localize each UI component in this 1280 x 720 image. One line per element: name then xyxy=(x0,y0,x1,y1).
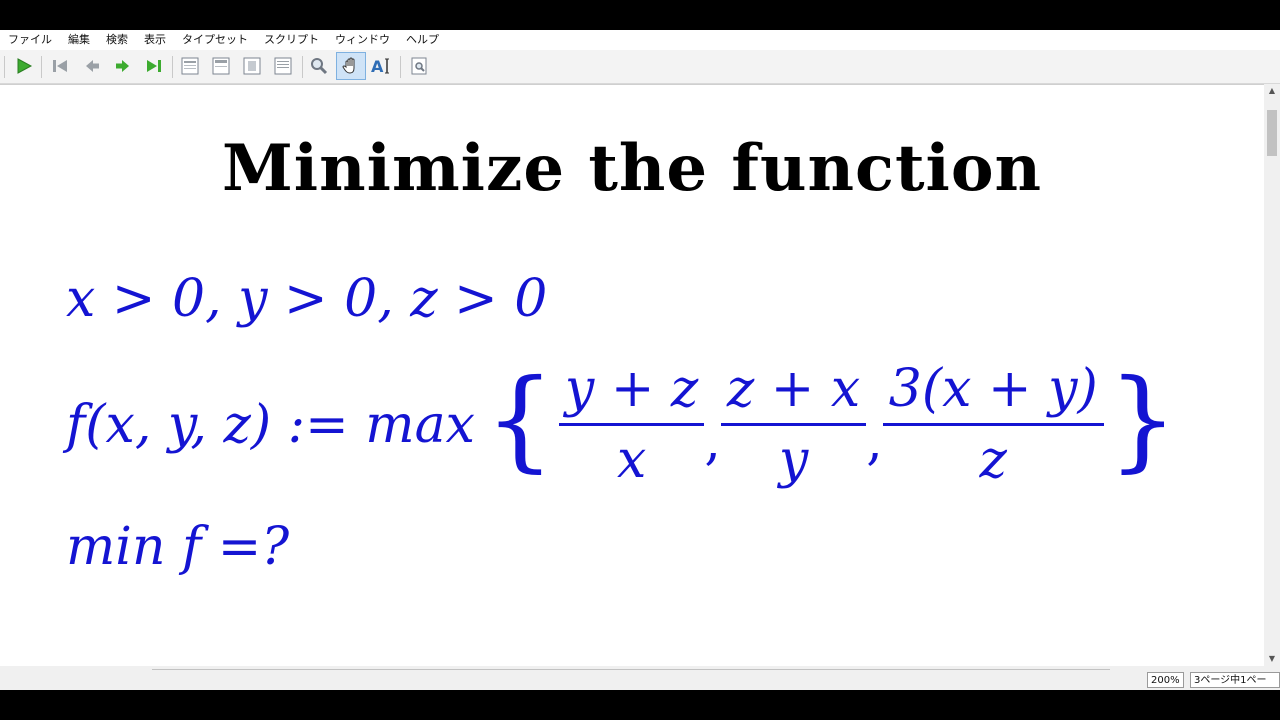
status-bar: 200% 3ページ中1ページ xyxy=(0,670,1280,690)
play-icon[interactable] xyxy=(12,54,36,78)
fraction-2: z + x y xyxy=(720,359,867,490)
toolbar: A xyxy=(0,50,1280,84)
menu-bar: ファイル 編集 検索 表示 タイプセット スクリプト ウィンドウ ヘルプ xyxy=(0,30,1280,50)
fraction-2-bar xyxy=(720,423,867,426)
document-view[interactable]: Minimize the function x > 0, y > 0, z > … xyxy=(0,84,1264,667)
last-page-icon[interactable] xyxy=(142,54,166,78)
fraction-2-numerator: z + x xyxy=(726,359,861,419)
right-brace: } xyxy=(1107,354,1178,483)
toolbar-separator xyxy=(400,56,401,78)
zoom-level[interactable]: 200% xyxy=(1147,672,1184,688)
svg-text:A: A xyxy=(371,57,384,76)
next-page-icon[interactable] xyxy=(111,54,135,78)
left-brace: { xyxy=(484,354,555,483)
condition-line: x > 0, y > 0, z > 0 xyxy=(66,269,548,329)
toolbar-separator xyxy=(41,56,42,78)
menu-typeset[interactable]: タイプセット xyxy=(174,30,256,50)
scroll-up-icon[interactable]: ▲ xyxy=(1264,84,1280,98)
comma: , xyxy=(704,411,721,472)
menu-edit[interactable]: 編集 xyxy=(60,30,98,50)
function-lhs: f(x, y, z) := max xyxy=(66,394,475,455)
fraction-1-denominator: x xyxy=(616,430,647,490)
page-title: Minimize the function xyxy=(221,131,1043,206)
toolbar-separator xyxy=(302,56,303,78)
menu-file[interactable]: ファイル xyxy=(0,30,60,50)
fraction-1-numerator: y + z xyxy=(564,359,699,419)
menu-help[interactable]: ヘルプ xyxy=(398,30,447,50)
fraction-1-bar xyxy=(558,423,705,426)
fraction-3: 3(x + y) z xyxy=(882,359,1104,490)
menu-script[interactable]: スクリプト xyxy=(256,30,327,50)
fraction-1: y + z x xyxy=(558,359,705,490)
fraction-2-denominator: y xyxy=(778,430,809,490)
page-view-1-icon[interactable] xyxy=(178,54,202,78)
toolbar-separator xyxy=(4,56,5,78)
menu-window[interactable]: ウィンドウ xyxy=(327,30,398,50)
toolbar-separator xyxy=(172,56,173,78)
fraction-3-bar xyxy=(882,423,1104,426)
menu-view[interactable]: 表示 xyxy=(136,30,174,50)
viewer-window: ファイル 編集 検索 表示 タイプセット スクリプト ウィンドウ ヘルプ A M… xyxy=(0,30,1280,690)
page-view-3-icon[interactable] xyxy=(240,54,264,78)
page-view-2-icon[interactable] xyxy=(209,54,233,78)
page-indicator: 3ページ中1ページ xyxy=(1190,672,1280,688)
page-view-4-icon[interactable] xyxy=(271,54,295,78)
text-select-icon[interactable]: A xyxy=(369,54,393,78)
function-definition: f(x, y, z) := max { y + z x , z + x y , … xyxy=(66,359,1178,490)
vertical-scroll-thumb[interactable] xyxy=(1267,110,1277,156)
scroll-down-icon[interactable]: ▼ xyxy=(1264,652,1280,666)
fraction-3-denominator: z xyxy=(979,430,1007,490)
vertical-scrollbar[interactable]: ▲ ▼ xyxy=(1264,84,1280,666)
hand-tool-icon[interactable] xyxy=(336,52,366,80)
first-page-icon[interactable] xyxy=(48,54,72,78)
question-line: min f =? xyxy=(66,517,290,577)
menu-search[interactable]: 検索 xyxy=(98,30,136,50)
fraction-3-numerator: 3(x + y) xyxy=(888,359,1098,419)
preview-icon[interactable] xyxy=(407,54,431,78)
magnifier-icon[interactable] xyxy=(307,54,331,78)
previous-page-icon[interactable] xyxy=(80,54,104,78)
comma: , xyxy=(866,411,883,472)
